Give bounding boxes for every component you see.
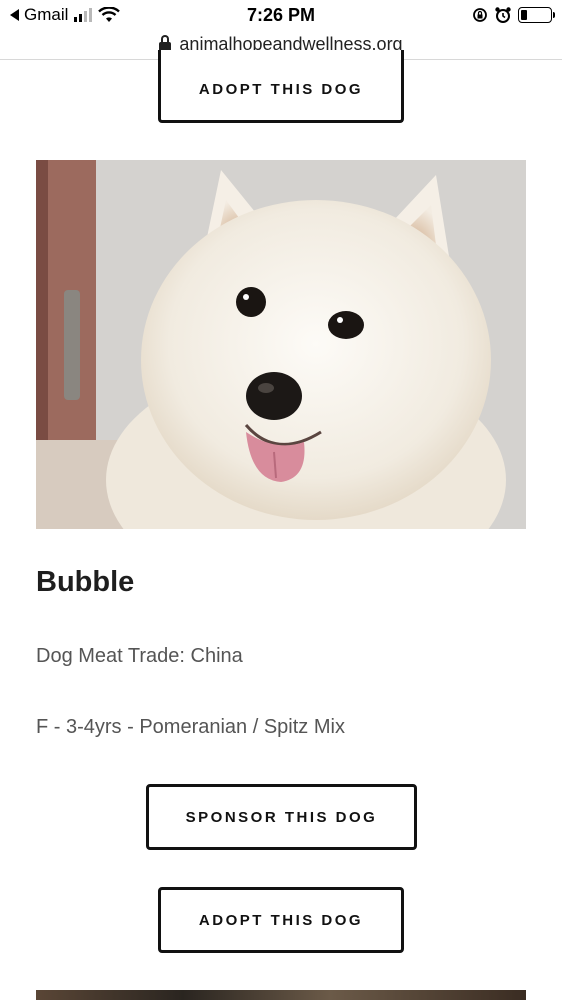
adopt-button[interactable]: ADOPT THIS DOG: [158, 887, 404, 953]
alarm-icon: [495, 7, 511, 23]
next-dog-photo: [36, 990, 526, 1000]
dog-details: F - 3-4yrs - Pomeranian / Spitz Mix: [36, 716, 345, 738]
dog-origin: Dog Meat Trade: China: [36, 645, 243, 667]
dog-photo: [36, 160, 526, 529]
status-bar: Gmail 7:26 PM: [0, 0, 562, 30]
rotation-lock-icon: [473, 8, 487, 22]
battery-icon: [518, 7, 555, 23]
sponsor-button[interactable]: SPONSOR THIS DOG: [146, 784, 417, 850]
dog-name: Bubble: [36, 566, 135, 598]
battery-level: [521, 10, 527, 20]
adopt-button-previous[interactable]: ADOPT THIS DOG: [158, 50, 404, 123]
